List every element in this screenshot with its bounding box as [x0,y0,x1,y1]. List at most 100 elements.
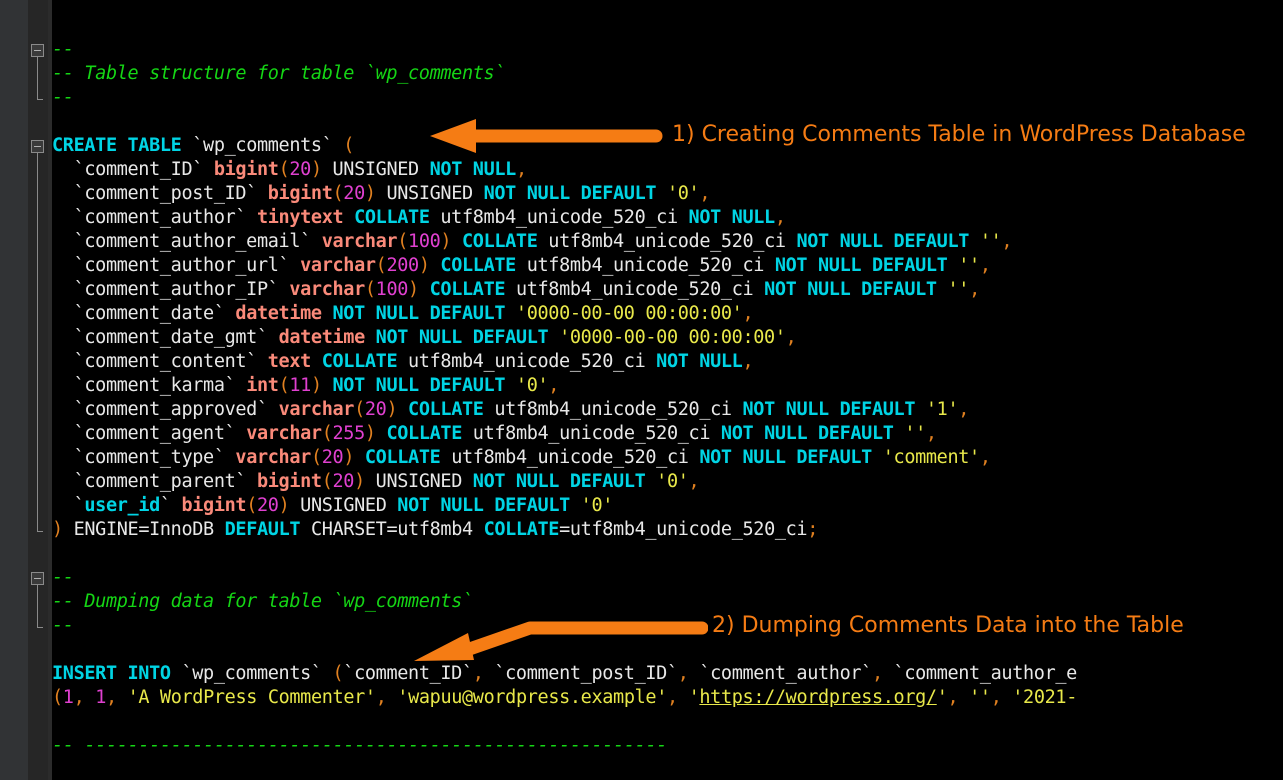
code-token-str: 'wapuu@wordpress.example' [386,687,667,708]
code-token-type: varchar [246,423,322,444]
code-line[interactable] [52,0,63,14]
code-token-type: varchar [289,279,365,300]
code-token-str: 'comment' [871,447,980,468]
code-token-paren: ) [310,375,322,396]
code-line[interactable]: -- [52,86,74,110]
code-token-kw: NOT NULL DEFAULT [720,423,894,444]
code-token-str: ' [677,687,700,708]
code-line[interactable]: `comment_date` datetime NOT NULL DEFAULT… [52,302,754,326]
code-line[interactable] [52,542,63,566]
code-line[interactable]: `comment_ID` bigint(20) UNSIGNED NOT NUL… [52,158,528,182]
code-token-str: '1' [915,399,959,420]
code-token-punc: , [979,447,991,468]
code-token-str: '' [958,687,991,708]
code-line[interactable]: `comment_approved` varchar(20) COLLATE u… [52,398,970,422]
annotation-2-label: 2) Dumping Comments Data into the Table [712,613,1184,638]
code-line[interactable]: `comment_post_ID` bigint(20) UNSIGNED NO… [52,182,711,206]
annotation-1-label: 1) Creating Comments Table in WordPress … [672,122,1246,147]
code-token-punc: , [969,279,980,300]
code-token-plain: `comment_post_ID` [52,183,268,204]
code-line[interactable]: `user_id` bigint(20) UNSIGNED NOT NULL D… [52,494,614,518]
code-line[interactable]: `comment_author_email` varchar(100) COLL… [52,230,1013,254]
code-token-plain: `comment_content` [52,351,268,372]
code-token-plain: UNSIGNED [375,183,484,204]
code-line[interactable]: `comment_type` varchar(20) COLLATE utf8m… [52,446,991,470]
fold-toggle-icon[interactable] [31,44,44,57]
code-line[interactable] [52,758,63,780]
code-line[interactable] [52,110,63,134]
code-token-num: 20 [289,159,311,180]
code-token-kw: DEFAULT [224,519,301,540]
code-line[interactable]: `comment_content` text COLLATE utf8mb4_u… [52,350,754,374]
code-token-type: varchar [235,447,311,468]
code-token-link[interactable]: https://wordpress.org/ [699,687,937,708]
code-line[interactable]: -- [52,614,74,638]
code-token-punc: , [1001,231,1013,252]
code-token-kw: COLLATE [429,255,516,276]
code-token-type: datetime [235,303,322,324]
code-line[interactable]: `comment_author_IP` varchar(100) COLLATE… [52,278,981,302]
code-token-cmt: -- Table structure for table `wp_comment… [52,63,506,84]
gutter-divider [48,0,52,780]
code-token-paren: ) [364,423,376,444]
code-line[interactable]: `comment_author_url` varchar(200) COLLAT… [52,254,991,278]
code-line[interactable]: INSERT INTO `wp_comments` (`comment_ID`,… [52,662,1077,686]
code-token-str: '0' [505,375,549,396]
code-line[interactable]: -- -------------------------------------… [52,734,667,758]
code-line[interactable]: `comment_agent` varchar(255) COLLATE utf… [52,422,937,446]
code-token-type: text [267,351,312,372]
code-token-cmt: -- Dumping data for table `wp_comments` [52,591,473,612]
code-token-plain: `comment_approved` [52,399,279,420]
code-token-type: bigint [213,159,279,180]
code-token-paren: ( [321,471,333,492]
line-number-gutter [0,0,48,780]
code-line[interactable]: `comment_karma` int(11) NOT NULL DEFAULT… [52,374,560,398]
code-token-punc: , [774,207,786,228]
code-token-field: user_id [84,495,160,516]
code-token-punc: , [785,327,797,348]
code-token-plain: ` [159,495,182,516]
code-token-num: 20 [257,495,279,516]
code-line[interactable]: -- Table structure for table `wp_comment… [52,62,505,86]
code-line[interactable]: ) ENGINE=InnoDB DEFAULT CHARSET=utf8mb4 … [52,518,818,542]
code-token-kw: COLLATE [375,423,462,444]
fold-toggle-icon[interactable] [31,572,44,585]
code-token-punc: , [375,687,387,708]
code-token-cmt: -- [52,39,74,60]
code-line[interactable]: `comment_parent` bigint(20) UNSIGNED NOT… [52,470,700,494]
code-line[interactable]: -- [52,38,74,62]
code-line[interactable] [52,14,63,38]
code-content[interactable]: -- -- Table structure for table `wp_comme… [52,0,1283,780]
code-token-type: bigint [181,495,247,516]
code-token-plain: `comment_author_url` [52,255,301,276]
code-token-paren: ( [397,231,409,252]
code-line[interactable]: `comment_author` tinytext COLLATE utf8mb… [52,206,786,230]
code-token-num: 100 [375,279,409,300]
code-token-type: varchar [300,255,376,276]
code-token-paren: ) [278,495,290,516]
code-token-kw: NOT NULL [429,159,517,180]
code-line[interactable] [52,638,63,662]
code-token-plain: ` [52,495,85,516]
code-token-kw: COLLATE [418,279,506,300]
annotation-2-arrow-icon [414,621,708,661]
code-line[interactable] [52,710,63,734]
code-token-punc: ; [807,519,819,540]
code-line[interactable]: CREATE TABLE `wp_comments` ( [52,134,354,158]
code-line[interactable]: `comment_date_gmt` datetime NOT NULL DEF… [52,326,797,350]
fold-toggle-icon[interactable] [31,140,44,153]
code-token-paren: ) [418,255,430,276]
code-token-type: varchar [278,399,355,420]
code-token-kw: NOT NULL [656,351,743,372]
code-token-num: 1 [62,687,74,708]
code-folding-strip[interactable] [28,0,48,780]
code-token-cmt: -- [52,567,74,588]
code-line[interactable]: (1, 1, 'A WordPress Commenter', 'wapuu@w… [52,686,1077,710]
sql-code-editor[interactable]: 3839404142434445464748495051525354555657… [0,0,1283,780]
code-token-kw: CREATE TABLE [52,135,182,156]
code-token-punc: , [958,399,970,420]
code-line[interactable]: -- [52,566,74,590]
code-line[interactable]: -- Dumping data for table `wp_comments` [52,590,473,614]
code-token-plain: utf8mb4_unicode_520_ci [440,447,700,468]
code-token-paren: ( [332,183,344,204]
